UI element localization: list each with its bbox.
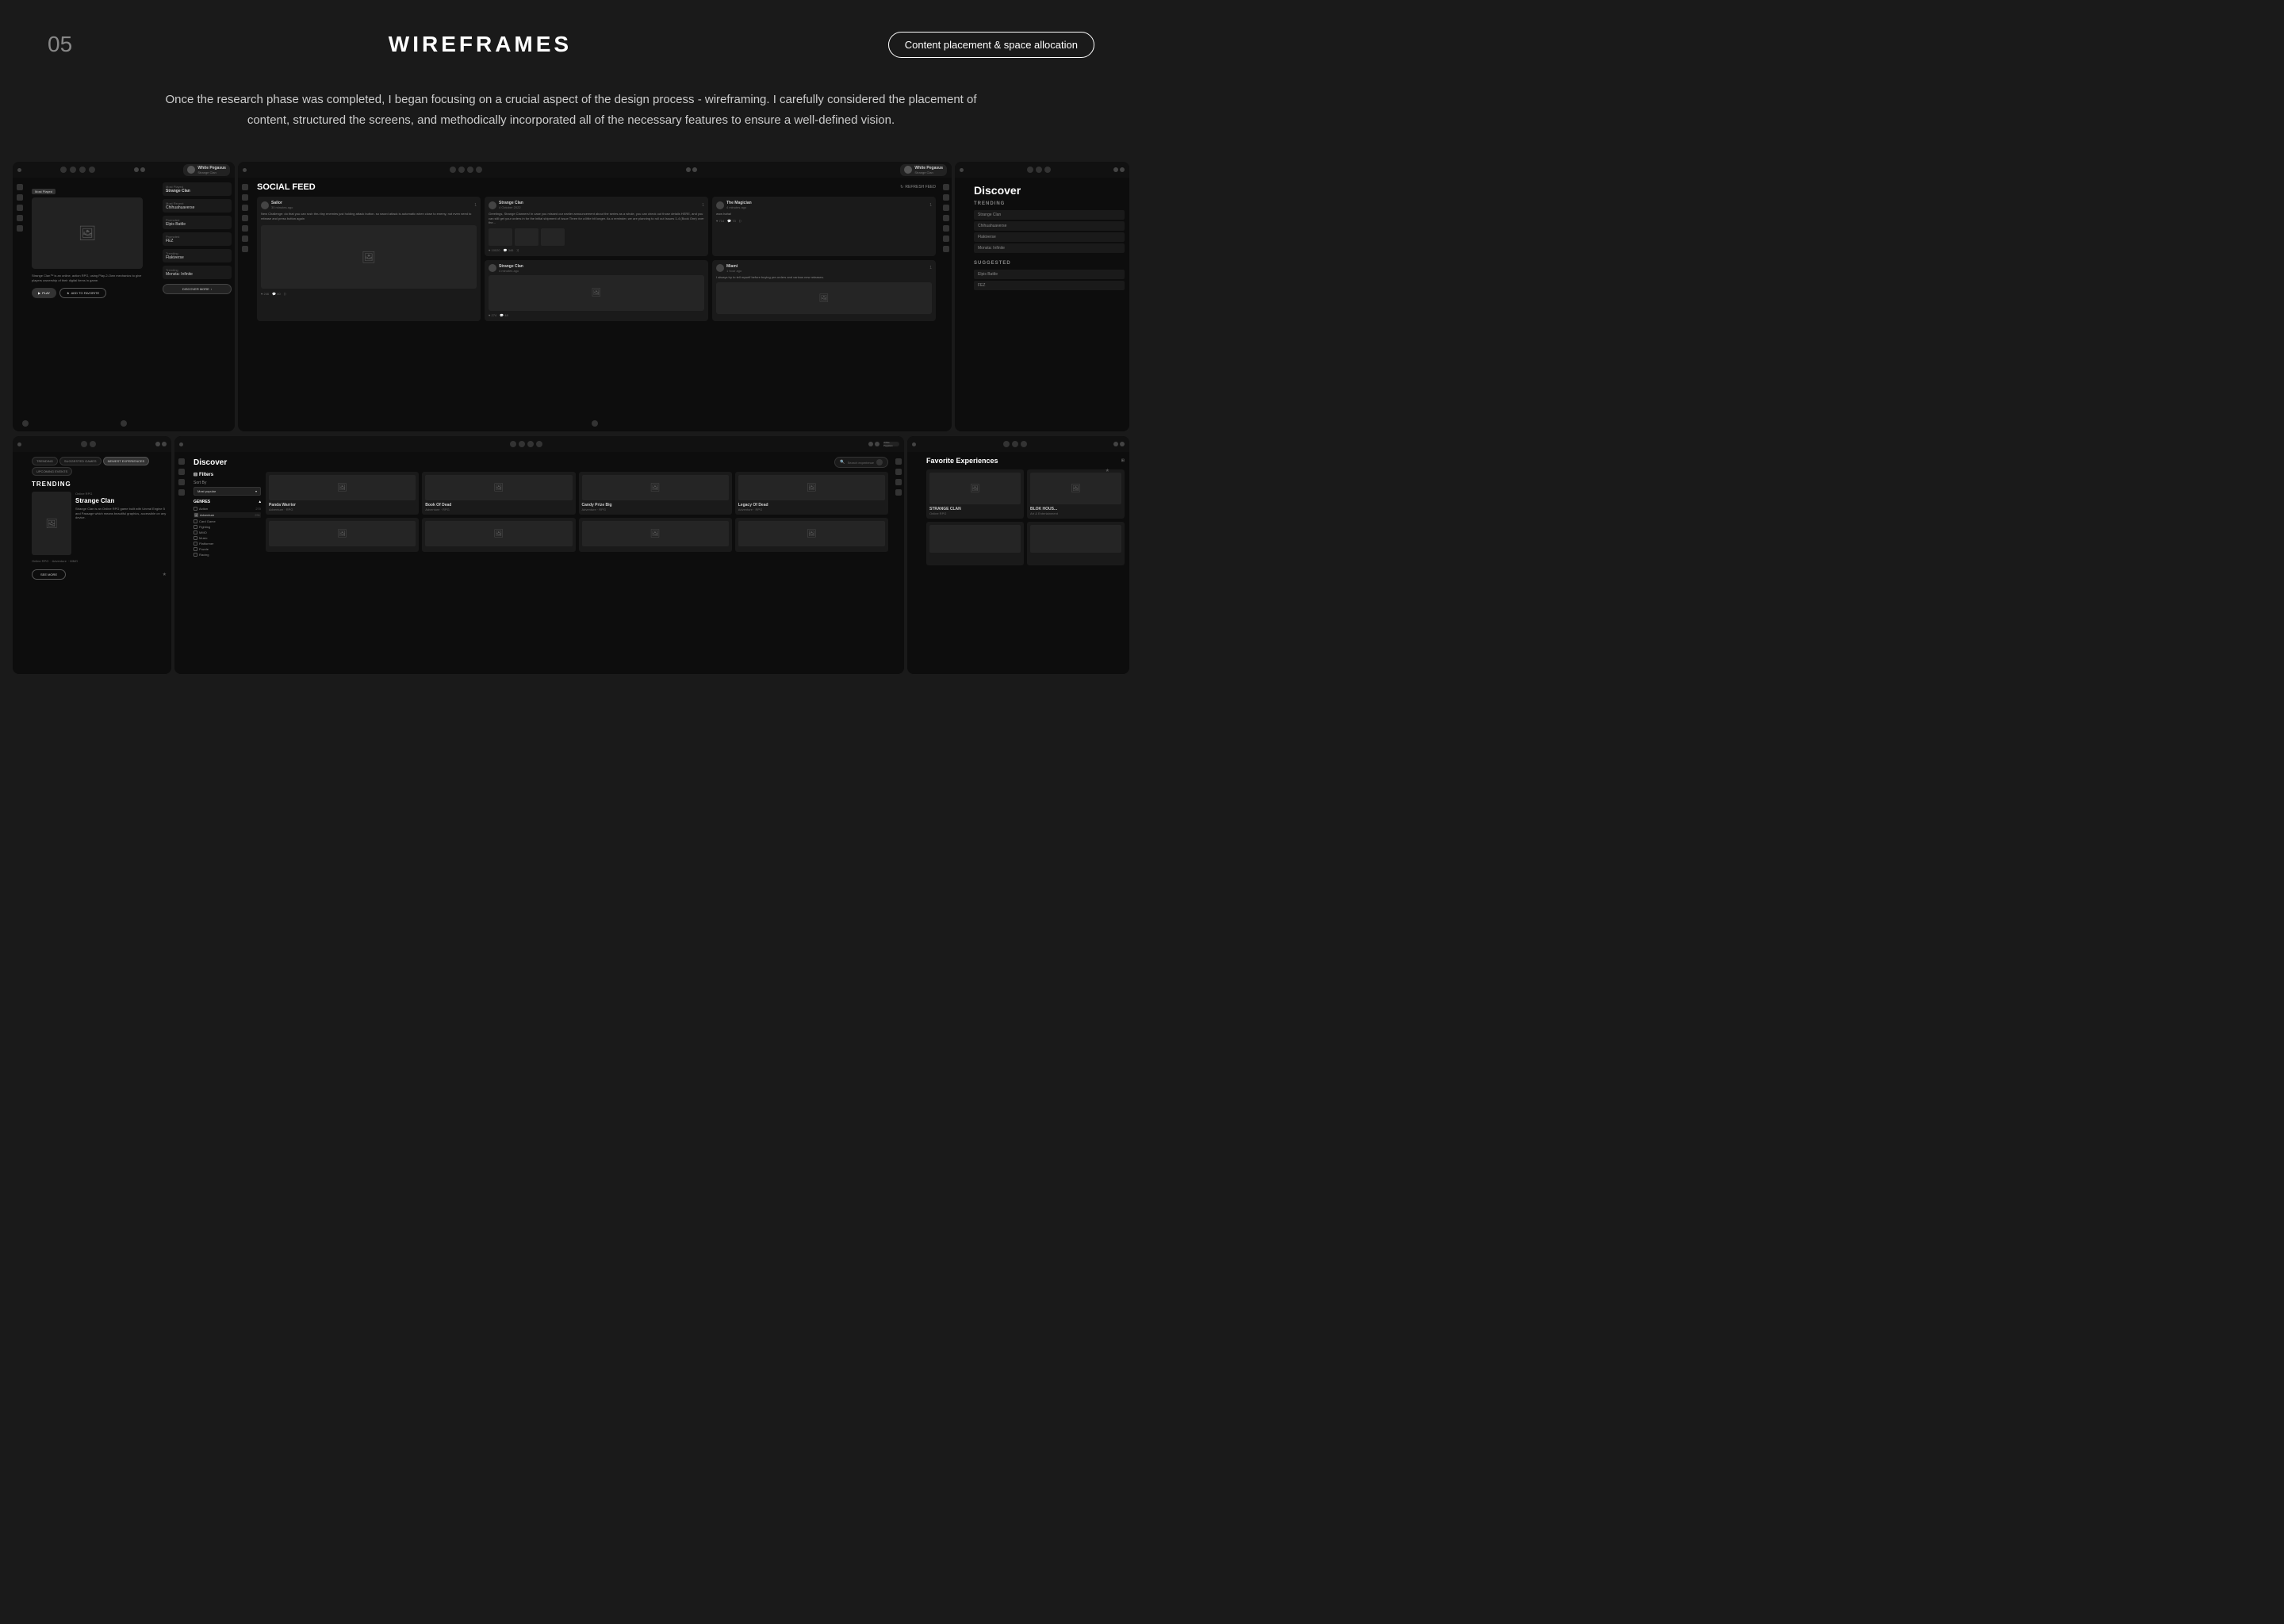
wireframe-game-detail: White Pegasus Strange Clan Most Pla <box>13 162 235 431</box>
page-number: 05 <box>48 32 72 57</box>
fav-card-strange: 🖼 STRANGE CLAN Online RPG <box>926 469 1024 519</box>
post-thumb <box>489 228 512 246</box>
search-placeholder-filter[interactable]: Search experience <box>848 461 874 465</box>
genres-label: GENRES ▴ <box>194 500 261 504</box>
discover-more-button[interactable]: DISCOVER MORE › <box>163 284 232 294</box>
wireframe-discover-partial: Discover TRENDING Strange Clan Chihuahua… <box>955 162 1129 431</box>
page-title: WIREFRAMES <box>389 32 572 57</box>
search-icon-filter: 🔍 <box>840 460 845 465</box>
post-thumb <box>515 228 538 246</box>
game-card-candy: 🖼 Candy Prize Big Adventure · RPG <box>579 472 732 515</box>
game-list-item: Promoted FEZ <box>163 232 232 246</box>
wf-clan: Strange Clan <box>197 170 226 174</box>
cat-newest[interactable]: NEWEST EXPERIENCES <box>103 457 150 465</box>
wf-topbar: White Pegasus Strange Clan <box>13 162 235 178</box>
wireframe-discover-filter: White Pegasus Discover 🔍 <box>174 436 904 674</box>
game-image-placeholder: 🖼 <box>32 197 143 269</box>
add-to-favorite-button[interactable]: ★ ADD TO FAVORITE <box>59 288 106 298</box>
game-thumb: 🖼 <box>32 492 71 555</box>
cat-upcoming[interactable]: UPCOMING EVENTS <box>32 467 72 476</box>
game-list-item: Promoted Elpis Battle <box>163 216 232 229</box>
game-card-legacy: 🖼 Legacy Of Dead Adventure · RPG <box>735 472 888 515</box>
content-badge: Content placement & space allocation <box>888 32 1094 58</box>
post-thumb <box>541 228 565 246</box>
game-card-empty2: 🖼 <box>422 518 575 552</box>
wireframe-favorites: Favorite Experiences ⊞ ★ 🖼 STRANGE CLAN … <box>907 436 1129 674</box>
trending-item: Strange Clan <box>974 210 1125 220</box>
wf-topbar-fav <box>907 436 1129 452</box>
trending-item: Monsta: Infinite <box>974 243 1125 253</box>
feed-post-4: Strange Clan 4 minutes ago 🖼 ♥ 274 💬 48 <box>485 260 708 321</box>
wf-topbar-df: White Pegasus <box>174 436 904 452</box>
sort-select[interactable]: Most popular ▾ <box>194 487 261 496</box>
fav-card-empty1 <box>926 522 1024 565</box>
trending-item: Flakiverse <box>974 232 1125 242</box>
game-card-book: 🖼 Book Of Dead Adventure · RPG <box>422 472 575 515</box>
discover-title-filter: Discover <box>194 458 227 467</box>
cat-trending[interactable]: TRENDING <box>32 457 58 465</box>
feed-post-miami: Miami 1 hour ago 1 I always try to tell … <box>712 260 936 321</box>
filters-label: Filters <box>199 473 213 477</box>
game-list-item: Trending Monsta: Infinite <box>163 266 232 279</box>
game-list-item: Most Recent Chihuahuaverse <box>163 199 232 213</box>
game-list-item: Most Played Strange Clan <box>163 182 232 196</box>
game-card-empty1: 🖼 <box>266 518 419 552</box>
social-username: White Pegasus <box>914 166 943 170</box>
feed-post-3: The Magician 4 minutes ago 1 wow haha! ♥… <box>712 197 936 256</box>
see-more-button[interactable]: SEE MORE <box>32 569 66 580</box>
game-description: Strange Clan™ is an online, action RPG, … <box>32 274 143 283</box>
favorites-title: Favorite Experiences <box>926 457 998 465</box>
description-text: Once the research phase was completed, I… <box>0 74 1142 162</box>
fav-card-blok: 🖼 BLOK HOUS... Art & Entertainment <box>1027 469 1125 519</box>
game-card-empty3: 🖼 <box>579 518 732 552</box>
game-card-empty4: 🖼 <box>735 518 888 552</box>
feed-post-2: Strange Clan 4 October 2022 1 Greetings,… <box>485 197 708 256</box>
suggested-label: SUGGESTED <box>974 261 1125 266</box>
trending-label: TRENDING <box>974 201 1125 206</box>
most-played-badge: Most Played <box>32 189 56 194</box>
trending-section-label: TRENDING <box>32 481 167 488</box>
refresh-feed-button[interactable]: ↻ REFRESH FEED <box>900 185 936 190</box>
fav-card-empty2 <box>1027 522 1125 565</box>
trending-item: Chihuahuaverse <box>974 221 1125 231</box>
header-section: 05 WIREFRAMES Content placement & space … <box>0 0 1142 74</box>
wf-username: White Pegasus <box>197 166 226 170</box>
cat-suggested[interactable]: SUGGESTED GAMES <box>59 457 102 465</box>
play-button[interactable]: ▶ PLAY <box>32 288 56 298</box>
discover-title-partial: Discover <box>974 184 1125 197</box>
post-image-placeholder-2: 🖼 <box>489 275 704 311</box>
miami-post-image: 🖼 <box>716 282 932 314</box>
feed-post-1: Sailor 30 minutes ago 1 New Challenge: d… <box>257 197 481 321</box>
wf-topbar-social: White Pegasus Strange Clan <box>238 162 952 178</box>
wf-topbar-t <box>13 436 171 452</box>
suggested-item: FEZ <box>974 281 1125 290</box>
post-image-placeholder: 🖼 <box>261 225 477 289</box>
game-list-item: Trending Flakiverse <box>163 249 232 262</box>
game-card-panda: 🖼 Panda Warrior Adventure · RPG <box>266 472 419 515</box>
social-feed-title: SOCIAL FEED <box>257 182 316 192</box>
suggested-item: Elpis Battle <box>974 270 1125 279</box>
wf-topbar-discover <box>955 162 1129 178</box>
sort-by-label: Sort By <box>194 481 261 485</box>
wireframe-social-feed: White Pegasus Strange Clan <box>238 162 952 431</box>
wireframe-trending-partial: TRENDING SUGGESTED GAMES NEWEST EXPERIEN… <box>13 436 171 674</box>
social-clan: Strange Clan <box>914 170 943 174</box>
